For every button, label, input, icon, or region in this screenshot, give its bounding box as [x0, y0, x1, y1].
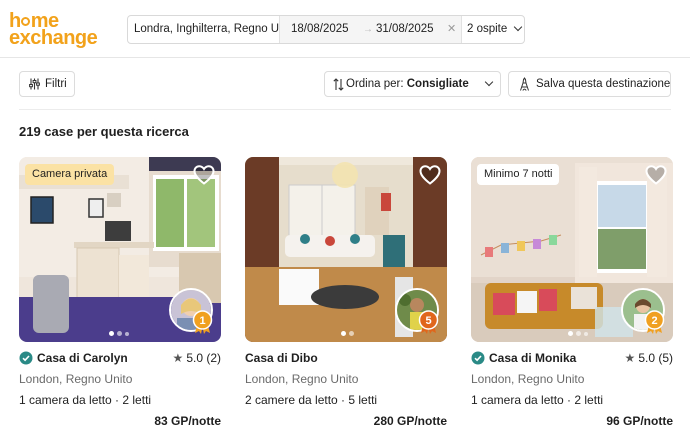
save-destination-label: Salva questa destinazione: [536, 78, 671, 90]
listing-photo[interactable]: Camera privata 1: [19, 157, 221, 342]
listing-card[interactable]: Minimo 7 notti 2 Casa di Monika ★ 5.0 (5…: [471, 157, 673, 442]
homeexchange-logo[interactable]: h me exchange: [9, 11, 119, 49]
listing-location: London, Regno Unito: [19, 372, 133, 386]
listing-title-row: Casa di Carolyn ★ 5.0 (2): [19, 349, 221, 367]
save-destination-button[interactable]: Salva questa destinazione: [508, 71, 671, 97]
host-level-number: 1: [199, 315, 205, 327]
listing-photo[interactable]: 5: [245, 157, 447, 342]
host-level-badge-icon: 1: [192, 310, 213, 334]
sliders-icon: [29, 78, 40, 90]
sort-prefix: Ordina per:: [346, 78, 404, 90]
listing-rooms: 1 camera da letto · 2 letti: [19, 393, 152, 407]
listing-card[interactable]: 5 Casa di Dibo London, Regno Unito 2 cam…: [245, 157, 447, 442]
listing-price: 280 GP/notte: [373, 414, 447, 428]
listing-title[interactable]: Casa di Monika: [489, 349, 576, 367]
heart-icon[interactable]: [418, 163, 442, 187]
listing-price: 96 GP/notte: [606, 414, 673, 428]
date-range-field[interactable]: 18/08/2025 → 31/08/2025 ✕: [280, 16, 462, 43]
listing-rooms: 1 camera da letto · 2 letti: [471, 393, 604, 407]
listing-rating: ★ 5.0 (2): [173, 349, 221, 367]
logo-dot-icon: [21, 17, 31, 26]
sort-dropdown[interactable]: Ordina per: Consigliate: [324, 71, 501, 97]
pagination-dot[interactable]: [349, 331, 354, 336]
listing-title-row: Casa di Dibo: [245, 349, 447, 367]
listing-title[interactable]: Casa di Dibo: [245, 349, 318, 367]
start-date[interactable]: 18/08/2025: [291, 16, 349, 43]
rating-value: 5.0 (2): [186, 351, 221, 365]
chevron-down-icon: [484, 77, 494, 87]
listing-title[interactable]: Casa di Carolyn: [37, 349, 128, 367]
listing-price: 83 GP/notte: [154, 414, 221, 428]
heart-icon[interactable]: [192, 163, 216, 187]
divider: [19, 109, 671, 110]
verified-check-icon: [19, 351, 33, 365]
pagination-dot[interactable]: [341, 331, 346, 336]
arrow-right-icon: →: [363, 24, 373, 35]
host-level-number: 2: [651, 315, 657, 327]
min-nights-badge: Minimo 7 notti: [477, 164, 560, 185]
heart-icon[interactable]: [644, 163, 668, 187]
sort-value: Consigliate: [406, 78, 469, 90]
listing-title-row: Casa di Monika ★ 5.0 (5): [471, 349, 673, 367]
filters-button[interactable]: Filtri: [19, 71, 75, 97]
location-input[interactable]: Londra, Inghilterra, Regno Un: [128, 16, 280, 43]
end-date[interactable]: 31/08/2025: [376, 16, 434, 43]
star-icon: ★: [172, 351, 184, 365]
pagination-dot[interactable]: [117, 331, 122, 336]
sort-arrows-icon: [333, 78, 344, 91]
pagination-dot[interactable]: [576, 331, 581, 336]
top-header: h me exchange Londra, Inghilterra, Regno …: [0, 0, 690, 58]
verified-check-icon: [471, 351, 485, 365]
star-icon: ★: [624, 351, 636, 365]
listing-location: London, Regno Unito: [245, 372, 359, 386]
listing-location: London, Regno Unito: [471, 372, 585, 386]
photo-pagination[interactable]: [568, 323, 591, 336]
photo-pagination[interactable]: [109, 323, 132, 336]
listing-rating: ★ 5.0 (5): [625, 349, 673, 367]
room-type-badge: Camera privata: [25, 164, 115, 185]
pagination-dot[interactable]: [584, 332, 588, 336]
guests-select[interactable]: 2 ospite: [462, 16, 525, 43]
eiffel-tower-icon: [520, 77, 529, 91]
listing-photo[interactable]: Minimo 7 notti 2: [471, 157, 673, 342]
results-count: 219 case per questa ricerca: [19, 124, 189, 139]
filters-label: Filtri: [45, 78, 67, 90]
listing-card[interactable]: Camera privata 1 Casa di Carolyn ★ 5.0 (…: [19, 157, 221, 442]
clear-dates-icon[interactable]: ✕: [447, 16, 456, 43]
chevron-down-icon: [513, 22, 523, 32]
pagination-dot[interactable]: [125, 332, 129, 336]
rating-value: 5.0 (5): [638, 351, 673, 365]
host-level-number: 5: [425, 315, 431, 327]
pagination-dot[interactable]: [568, 331, 573, 336]
host-level-badge-icon: 5: [418, 310, 439, 334]
listing-rooms: 2 camere da letto · 5 letti: [245, 393, 378, 407]
search-bar: Londra, Inghilterra, Regno Un 18/08/2025…: [127, 15, 525, 44]
photo-pagination[interactable]: [341, 323, 357, 336]
host-level-badge-icon: 2: [644, 310, 665, 334]
pagination-dot[interactable]: [109, 331, 114, 336]
guests-value: 2 ospite: [467, 23, 508, 35]
